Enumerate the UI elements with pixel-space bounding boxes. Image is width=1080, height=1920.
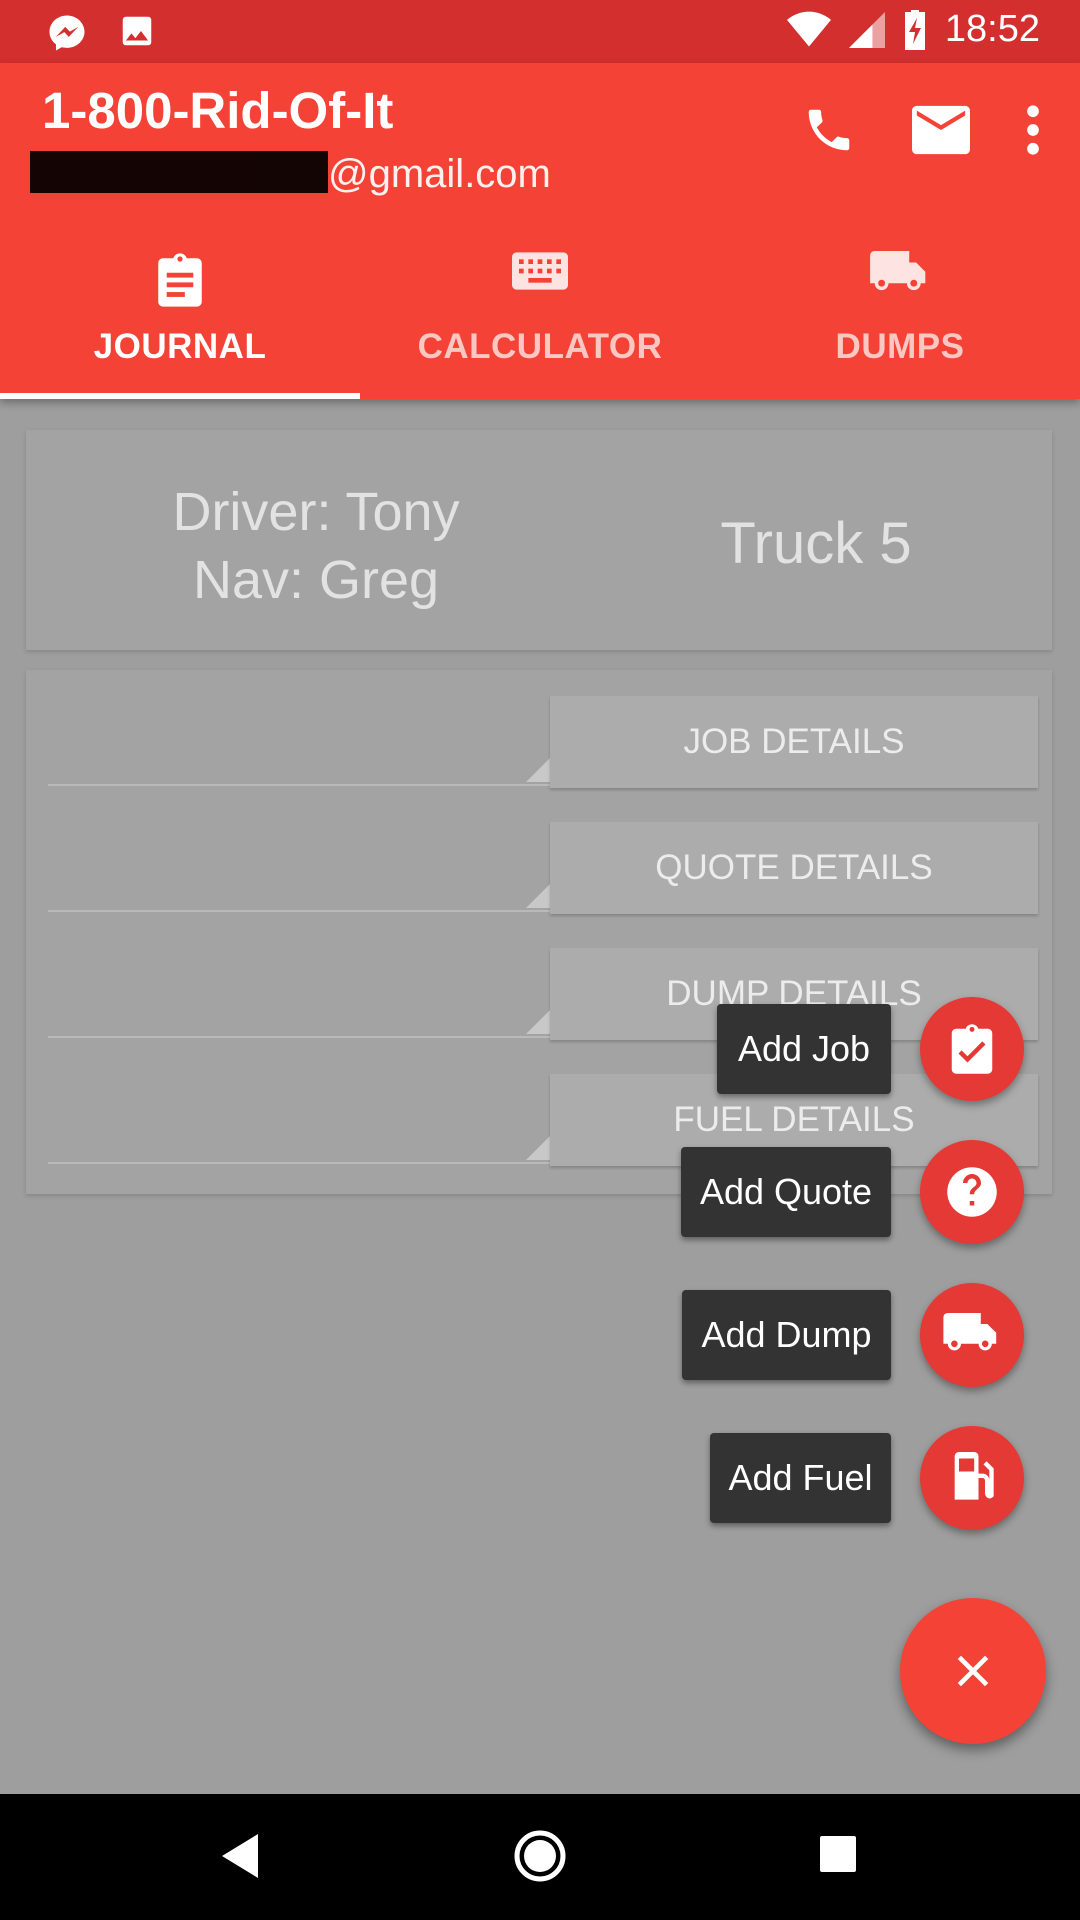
add-quote-button[interactable]: [920, 1140, 1024, 1244]
email-icon[interactable]: [912, 105, 970, 155]
tab-dumps-label: DUMPS: [835, 327, 965, 366]
phone-icon[interactable]: [802, 103, 856, 157]
status-time: 18:52: [944, 8, 1040, 50]
recents-icon[interactable]: [820, 1836, 856, 1872]
quote-details-button[interactable]: QUOTE DETAILS: [550, 822, 1038, 914]
quote-spinner[interactable]: [48, 818, 556, 912]
dump-spinner[interactable]: [48, 944, 556, 1038]
job-details-button[interactable]: JOB DETAILS: [550, 696, 1038, 788]
system-nav-bar: [0, 1794, 1080, 1920]
add-dump-button[interactable]: [920, 1283, 1024, 1387]
help-circle-icon: [947, 1167, 997, 1217]
image-icon: [122, 16, 152, 46]
add-quote-label[interactable]: Add Quote: [681, 1147, 891, 1237]
close-icon: [957, 1655, 989, 1687]
add-fuel-button[interactable]: [920, 1426, 1024, 1530]
signal-icon: [848, 11, 885, 48]
tab-dumps[interactable]: DUMPS: [720, 233, 1080, 399]
overflow-menu-icon[interactable]: [1026, 105, 1040, 155]
tab-journal-label: JOURNAL: [93, 327, 267, 366]
nav-label: Nav: Greg: [192, 550, 440, 610]
tab-indicator: [0, 393, 360, 399]
messenger-icon: [49, 15, 85, 51]
job-spinner[interactable]: [48, 692, 556, 786]
add-fuel-label[interactable]: Add Fuel: [710, 1433, 891, 1523]
add-job-label[interactable]: Add Job: [717, 1004, 891, 1094]
email-suffix: @gmail.com: [328, 152, 551, 196]
crew-card: Driver: Tony Nav: Greg Truck 5: [26, 430, 1052, 650]
tab-calculator[interactable]: CALCULATOR: [360, 233, 720, 399]
wifi-icon: [786, 11, 831, 46]
tab-journal[interactable]: JOURNAL: [0, 233, 360, 399]
battery-charging-icon: [904, 9, 925, 50]
back-icon[interactable]: [222, 1834, 262, 1878]
details-card: JOB DETAILS QUOTE DETAILS DUMP DETAILS F…: [26, 670, 1052, 1194]
truck-label: Truck 5: [720, 511, 912, 576]
fuel-spinner[interactable]: [48, 1070, 556, 1164]
keyboard-icon: [512, 252, 568, 290]
close-fab-button[interactable]: [900, 1598, 1046, 1744]
clipboard-icon: [158, 253, 202, 307]
tab-bar: JOURNAL CALCULATOR DUMPS: [0, 233, 1080, 399]
truck-icon: [870, 251, 926, 291]
app-bar: 1-800-Rid-Of-It @gmail.com JOURNAL CALCU…: [0, 63, 1080, 399]
crew-info: Driver: Tony Nav: Greg: [86, 478, 546, 614]
home-icon[interactable]: [514, 1830, 566, 1882]
add-dump-label[interactable]: Add Dump: [682, 1290, 891, 1380]
app-title: 1-800-Rid-Of-It: [42, 82, 394, 139]
gas-station-icon: [954, 1452, 994, 1500]
account-email: @gmail.com: [30, 151, 551, 197]
clipboard-check-icon: [951, 1024, 993, 1074]
truck-icon: [943, 1313, 997, 1351]
tab-calculator-label: CALCULATOR: [417, 327, 663, 366]
add-job-button[interactable]: [920, 997, 1024, 1101]
redacted-block: [30, 151, 328, 193]
status-bar: 18:52: [0, 0, 1080, 63]
driver-label: Driver: Tony: [172, 482, 460, 542]
